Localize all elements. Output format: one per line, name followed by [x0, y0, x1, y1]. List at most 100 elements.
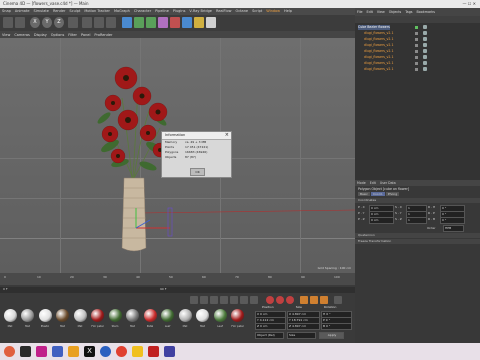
- menu-item[interactable]: Sculpt: [67, 8, 82, 15]
- order-select[interactable]: HPB: [443, 225, 464, 232]
- window-controls[interactable]: — ☐ ✕: [463, 0, 476, 8]
- material-ball[interactable]: [161, 309, 174, 322]
- floor-icon[interactable]: [182, 17, 192, 28]
- frame-start[interactable]: 0 F: [3, 287, 8, 291]
- visibility-icon[interactable]: [415, 32, 418, 35]
- object-menu-item[interactable]: File: [355, 10, 365, 14]
- attribute-menu-item[interactable]: Mode: [355, 181, 368, 185]
- material-ball[interactable]: [108, 309, 122, 322]
- object-menu-item[interactable]: Edit: [365, 10, 375, 14]
- cinema4d-icon[interactable]: [164, 346, 175, 357]
- photos-icon[interactable]: [36, 346, 47, 357]
- object-row[interactable]: dlugi_flowers_v2.1: [364, 31, 393, 36]
- render-settings-icon[interactable]: [106, 17, 116, 28]
- cube-icon[interactable]: [122, 17, 132, 28]
- tag-icon[interactable]: [423, 37, 427, 41]
- world-coord-icon[interactable]: [68, 17, 78, 28]
- viewport-menu-item[interactable]: View: [0, 33, 12, 37]
- tag-icon[interactable]: [423, 43, 427, 47]
- x-app-icon[interactable]: X: [84, 346, 95, 357]
- camera-icon[interactable]: [194, 17, 204, 28]
- material-ball[interactable]: [38, 309, 52, 322]
- timeline-icon[interactable]: [334, 296, 342, 304]
- tag-icon[interactable]: [423, 55, 427, 59]
- object-row[interactable]: dlugi_flowers_v2.1: [364, 49, 393, 54]
- close-icon[interactable]: ×: [225, 132, 229, 139]
- viewport-menu-item[interactable]: Display: [32, 33, 49, 37]
- menu-item[interactable]: Snap: [0, 8, 13, 15]
- chrome-icon[interactable]: [116, 346, 127, 357]
- rotation-field[interactable]: 0 °: [440, 217, 465, 224]
- viewport-menu-item[interactable]: Filter: [66, 33, 79, 37]
- frame-end[interactable]: 90 F: [160, 287, 167, 291]
- object-menu-item[interactable]: View: [375, 10, 387, 14]
- object-row[interactable]: Cube Bezier flowers: [358, 25, 390, 30]
- live-select-icon[interactable]: [15, 17, 25, 28]
- tag-icon[interactable]: [423, 61, 427, 65]
- rotation-key-icon[interactable]: [320, 296, 328, 304]
- material-ball[interactable]: [231, 309, 244, 322]
- coord-mode-select[interactable]: Object (Rel): [255, 332, 284, 339]
- object-row[interactable]: dlugi_flowers_v2.1: [364, 67, 393, 72]
- subdivision-icon[interactable]: [146, 17, 156, 28]
- tab-basic[interactable]: Basic: [358, 192, 370, 196]
- menu-item[interactable]: Render: [51, 8, 67, 15]
- object-menu-item[interactable]: Tags: [403, 10, 414, 14]
- play-icon[interactable]: [220, 296, 228, 304]
- menu-item[interactable]: V-Ray Bridge: [187, 8, 214, 15]
- search-icon[interactable]: [20, 346, 31, 357]
- material-ball[interactable]: [126, 309, 139, 322]
- menu-item[interactable]: RealFlow: [214, 8, 234, 15]
- material-ball[interactable]: [178, 309, 192, 322]
- material-ball[interactable]: [73, 309, 87, 322]
- record-icon[interactable]: [266, 296, 274, 304]
- keyframe-icon[interactable]: [286, 296, 294, 304]
- material-ball[interactable]: [143, 309, 157, 322]
- apply-button[interactable]: Apply: [319, 332, 344, 339]
- position-field[interactable]: 0 cm: [369, 217, 394, 224]
- visibility-icon[interactable]: [415, 50, 418, 53]
- attribute-menu-item[interactable]: Edit: [368, 181, 378, 185]
- next-key-icon[interactable]: [240, 296, 248, 304]
- menu-item[interactable]: Plugins: [171, 8, 188, 15]
- visibility-icon[interactable]: [415, 38, 418, 41]
- attribute-menu-item[interactable]: User Data: [378, 181, 398, 185]
- timeline[interactable]: 0 10 20 30 40 50 60 70 80 90 100 0 F 90 F: [0, 273, 355, 295]
- menu-item[interactable]: Window: [264, 8, 282, 15]
- prev-frame-icon[interactable]: [210, 296, 218, 304]
- visibility-icon[interactable]: [415, 56, 418, 59]
- menu-item[interactable]: Help: [282, 8, 294, 15]
- autokey-icon[interactable]: [276, 296, 284, 304]
- tag-icon[interactable]: [423, 49, 427, 53]
- material-ball[interactable]: [196, 309, 209, 322]
- files-icon[interactable]: [68, 346, 79, 357]
- tab-phong[interactable]: Phong: [385, 192, 400, 196]
- visibility-icon[interactable]: [415, 44, 418, 47]
- visibility-icon[interactable]: [415, 68, 418, 71]
- coord-size-field[interactable]: Z 4.897 cm: [287, 323, 320, 330]
- menu-item[interactable]: Script: [250, 8, 264, 15]
- menu-item[interactable]: Pipeline: [153, 8, 171, 15]
- tag-icon[interactable]: [423, 67, 427, 71]
- prev-key-icon[interactable]: [200, 296, 208, 304]
- object-menu-item[interactable]: Bookmarks: [415, 10, 437, 14]
- size-mode-select[interactable]: Size: [287, 332, 316, 339]
- viewport-menu-item[interactable]: ProRender: [92, 33, 114, 37]
- material-ball[interactable]: [3, 309, 17, 322]
- scale-key-icon[interactable]: [310, 296, 318, 304]
- object-row[interactable]: dlugi_flowers_v2.1: [364, 61, 393, 66]
- material-ball[interactable]: [21, 309, 34, 322]
- next-frame-icon[interactable]: [230, 296, 238, 304]
- menu-item[interactable]: Character: [132, 8, 153, 15]
- axis-z-button[interactable]: Z: [54, 17, 64, 28]
- ok-button[interactable]: OK: [190, 168, 205, 176]
- folder-icon[interactable]: [132, 346, 143, 357]
- viewport-menu-item[interactable]: Options: [49, 33, 67, 37]
- undo-icon[interactable]: [3, 17, 13, 28]
- visibility-icon[interactable]: [415, 62, 418, 65]
- object-row[interactable]: dlugi_flowers_v2.1: [364, 43, 393, 48]
- browser-icon[interactable]: [100, 346, 111, 357]
- media-icon[interactable]: [148, 346, 159, 357]
- tag-icon[interactable]: [423, 31, 427, 35]
- object-row[interactable]: dlugi_flowers_v2.1: [364, 55, 393, 60]
